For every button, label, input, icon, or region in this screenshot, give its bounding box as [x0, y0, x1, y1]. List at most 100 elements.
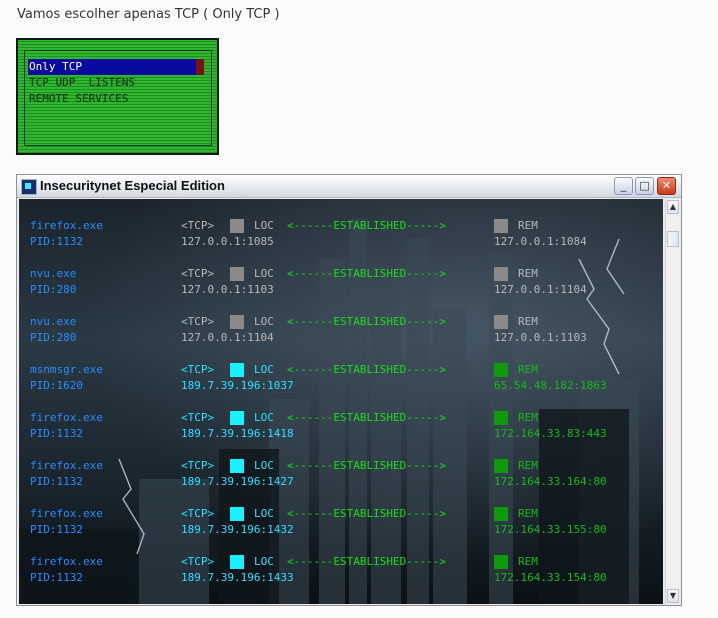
process-name: nvu.exe	[30, 315, 77, 328]
menu-screenshot: Only TCP TCP UDP LISTENS REMOTE SERVICES	[16, 38, 219, 155]
remote-status-square-icon	[494, 555, 508, 569]
local-label: LOC	[254, 219, 274, 232]
remote-status-square-icon	[494, 507, 508, 521]
remote-status-square-icon	[494, 363, 508, 377]
connection-row[interactable]: firefox.exe PID:1132 <TCP> LOC <------ES…	[19, 219, 663, 259]
protocol-label: <TCP>	[181, 315, 215, 328]
connection-state: <------ESTABLISHED----->	[287, 459, 446, 472]
menu-item-tcp-udp-listens[interactable]: TCP UDP LISTENS	[28, 75, 204, 91]
remote-address: 172.164.33.155:80	[494, 523, 607, 536]
protocol-label: <TCP>	[181, 411, 215, 424]
remote-label: REM	[518, 219, 538, 232]
minimize-button[interactable]: _	[614, 177, 633, 195]
window-title: Insecuritynet Especial Edition	[40, 178, 225, 193]
process-name: firefox.exe	[30, 411, 103, 424]
local-address: 127.0.0.1:1103	[181, 283, 274, 296]
remote-address: 172.164.33.154:80	[494, 571, 607, 584]
remote-status-square-icon	[494, 411, 508, 425]
connection-row[interactable]: firefox.exe PID:1132 <TCP> LOC <------ES…	[19, 411, 663, 451]
local-label: LOC	[254, 315, 274, 328]
scroll-up-icon[interactable]: ▲	[667, 200, 679, 214]
local-address: 127.0.0.1:1104	[181, 331, 274, 344]
app-window: Insecuritynet Especial Edition _ □ ✕ fir…	[16, 174, 682, 606]
local-label: LOC	[254, 507, 274, 520]
menu-background: Only TCP TCP UDP LISTENS REMOTE SERVICES	[18, 40, 217, 153]
connection-state: <------ESTABLISHED----->	[287, 315, 446, 328]
process-pid: PID:1132	[30, 427, 83, 440]
connection-state: <------ESTABLISHED----->	[287, 363, 446, 376]
vertical-scrollbar[interactable]: ▲ ▼	[665, 199, 680, 604]
local-status-square-icon	[230, 315, 244, 329]
local-label: LOC	[254, 459, 274, 472]
filter-menu: Only TCP TCP UDP LISTENS REMOTE SERVICES	[28, 59, 204, 111]
remote-label: REM	[518, 315, 538, 328]
remote-label: REM	[518, 507, 538, 520]
local-address: 189.7.39.196:1433	[181, 571, 294, 584]
connection-state: <------ESTABLISHED----->	[287, 507, 446, 520]
protocol-label: <TCP>	[181, 363, 215, 376]
protocol-label: <TCP>	[181, 507, 215, 520]
local-label: LOC	[254, 411, 274, 424]
process-name: firefox.exe	[30, 507, 103, 520]
menu-item-remote-services[interactable]: REMOTE SERVICES	[28, 91, 204, 107]
process-name: firefox.exe	[30, 219, 103, 232]
local-status-square-icon	[230, 507, 244, 521]
process-name: msnmsgr.exe	[30, 363, 103, 376]
local-status-square-icon	[230, 219, 244, 233]
remote-status-square-icon	[494, 459, 508, 473]
connection-state: <------ESTABLISHED----->	[287, 267, 446, 280]
remote-label: REM	[518, 363, 538, 376]
local-status-square-icon	[230, 555, 244, 569]
connection-row[interactable]: firefox.exe PID:1132 <TCP> LOC <------ES…	[19, 507, 663, 547]
remote-label: REM	[518, 411, 538, 424]
remote-status-square-icon	[494, 315, 508, 329]
local-address: 189.7.39.196:1418	[181, 427, 294, 440]
connection-state: <------ESTABLISHED----->	[287, 555, 446, 568]
close-button[interactable]: ✕	[657, 177, 676, 195]
local-label: LOC	[254, 363, 274, 376]
connection-row[interactable]: nvu.exe PID:280 <TCP> LOC <------ESTABLI…	[19, 267, 663, 307]
local-address: 189.7.39.196:1427	[181, 475, 294, 488]
remote-address: 65.54.48.182:1863	[494, 379, 607, 392]
process-name: firefox.exe	[30, 459, 103, 472]
page-caption: Vamos escolher apenas TCP ( Only TCP )	[17, 7, 280, 22]
connection-row[interactable]: msnmsgr.exe PID:1620 <TCP> LOC <------ES…	[19, 363, 663, 403]
menu-scroll-marker	[196, 59, 204, 75]
remote-address: 127.0.0.1:1103	[494, 331, 587, 344]
process-name: firefox.exe	[30, 555, 103, 568]
local-address: 127.0.0.1:1085	[181, 235, 274, 248]
connections-view: firefox.exe PID:1132 <TCP> LOC <------ES…	[19, 199, 663, 604]
process-pid: PID:1620	[30, 379, 83, 392]
protocol-label: <TCP>	[181, 267, 215, 280]
local-label: LOC	[254, 555, 274, 568]
connection-row[interactable]: firefox.exe PID:1132 <TCP> LOC <------ES…	[19, 555, 663, 595]
local-status-square-icon	[230, 459, 244, 473]
remote-label: REM	[518, 555, 538, 568]
process-name: nvu.exe	[30, 267, 77, 280]
protocol-label: <TCP>	[181, 219, 215, 232]
remote-address: 127.0.0.1:1084	[494, 235, 587, 248]
connection-state: <------ESTABLISHED----->	[287, 411, 446, 424]
local-label: LOC	[254, 267, 274, 280]
local-status-square-icon	[230, 411, 244, 425]
local-status-square-icon	[230, 363, 244, 377]
app-icon	[21, 179, 37, 195]
window-titlebar[interactable]: Insecuritynet Especial Edition _ □ ✕	[17, 175, 681, 198]
remote-address: 172.164.33.83:443	[494, 427, 607, 440]
process-pid: PID:1132	[30, 523, 83, 536]
process-pid: PID:1132	[30, 571, 83, 584]
connection-row[interactable]: firefox.exe PID:1132 <TCP> LOC <------ES…	[19, 459, 663, 499]
scroll-down-icon[interactable]: ▼	[667, 589, 679, 603]
maximize-button[interactable]: □	[635, 177, 654, 195]
local-address: 189.7.39.196:1037	[181, 379, 294, 392]
local-address: 189.7.39.196:1432	[181, 523, 294, 536]
remote-status-square-icon	[494, 219, 508, 233]
connection-row[interactable]: nvu.exe PID:280 <TCP> LOC <------ESTABLI…	[19, 315, 663, 355]
local-status-square-icon	[230, 267, 244, 281]
menu-item-only-tcp[interactable]: Only TCP	[28, 59, 204, 75]
scroll-thumb[interactable]	[667, 231, 679, 247]
connection-state: <------ESTABLISHED----->	[287, 219, 446, 232]
protocol-label: <TCP>	[181, 459, 215, 472]
process-pid: PID:1132	[30, 475, 83, 488]
remote-status-square-icon	[494, 267, 508, 281]
